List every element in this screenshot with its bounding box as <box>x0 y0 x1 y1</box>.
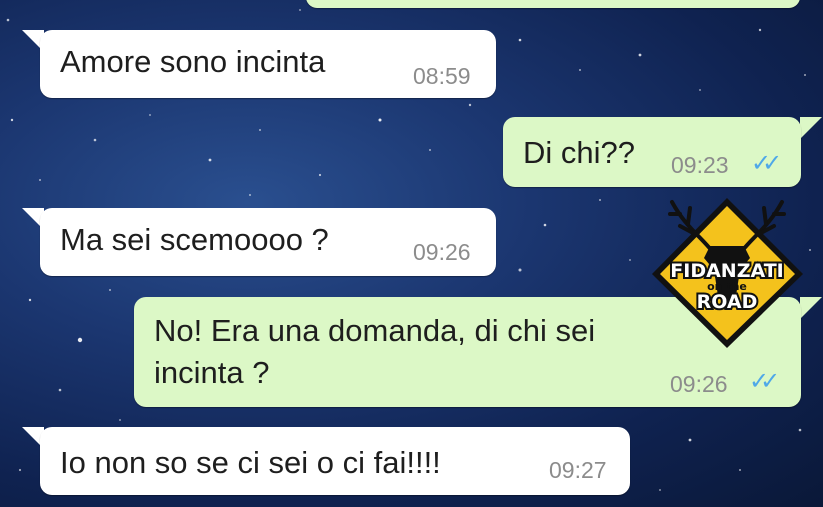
previous-outgoing-message-bubble[interactable] <box>306 0 800 8</box>
message-timestamp: 09:27 <box>549 457 607 483</box>
message-timestamp: 08:59 <box>413 63 471 89</box>
message-timestamp: 09:26 <box>413 239 471 265</box>
incoming-message-bubble[interactable]: Amore sono incinta 08:59 <box>40 30 496 98</box>
watermark-line1: FIDANZATI <box>670 260 783 282</box>
deer-sign-logo: FIDANZATI on the ROAD <box>652 198 803 348</box>
incoming-message-bubble[interactable]: Ma sei scemoooo ? 09:26 <box>40 208 496 276</box>
message-text: Amore sono incinta <box>60 44 326 79</box>
message-text: Di chi?? <box>523 135 635 170</box>
outgoing-message-bubble[interactable]: Di chi?? 09:23 ✓✓ <box>503 117 801 187</box>
message-text-line: incinta ? <box>154 355 270 390</box>
watermark-line3: ROAD <box>697 291 758 313</box>
message-text: Io non so se ci sei o ci fai!!!! <box>60 445 441 480</box>
message-text: Ma sei scemoooo ? <box>60 222 329 257</box>
message-text-line: No! Era una domanda, di chi sei <box>154 313 596 348</box>
double-check-icon: ✓✓ <box>751 150 782 177</box>
message-timestamp: 09:23 <box>671 152 729 178</box>
double-check-icon: ✓✓ <box>749 368 780 395</box>
bubble-tail <box>800 117 822 139</box>
incoming-message-bubble[interactable]: Io non so se ci sei o ci fai!!!! 09:27 <box>40 427 630 495</box>
message-timestamp: 09:26 <box>670 371 728 397</box>
